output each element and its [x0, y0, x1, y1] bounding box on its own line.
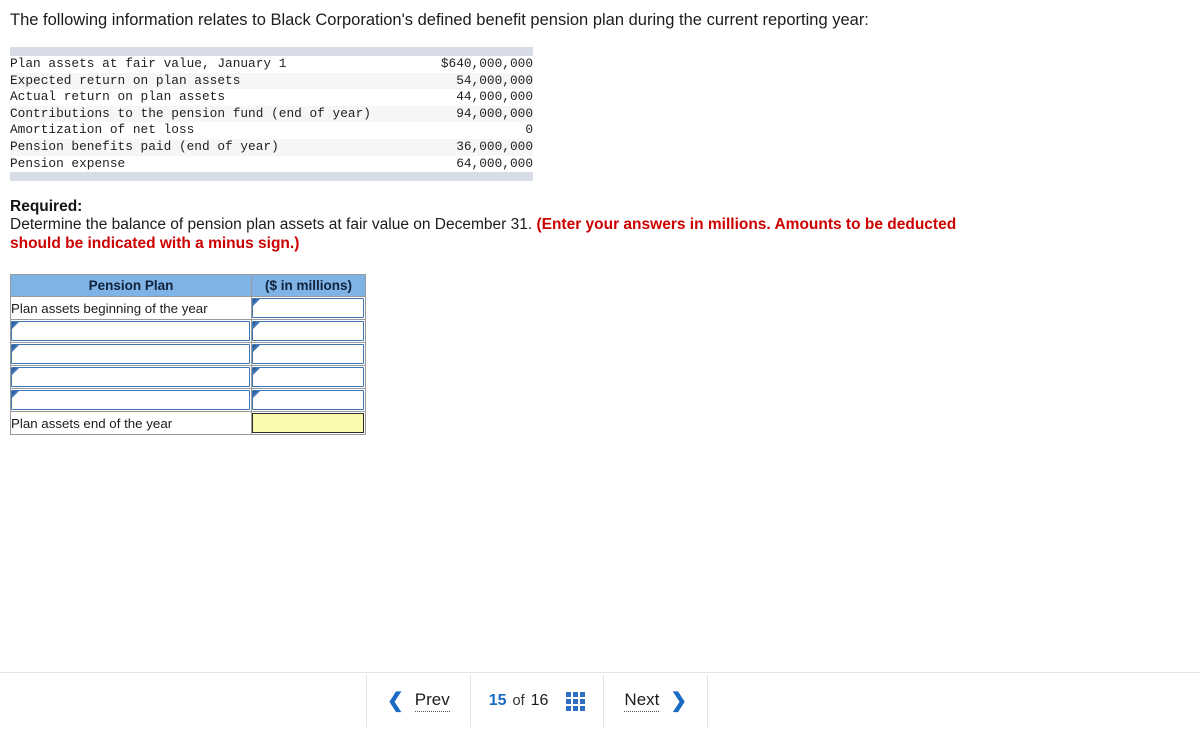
table-row — [10, 388, 366, 412]
total-value-cell — [251, 411, 366, 435]
account-select-3[interactable] — [11, 344, 250, 364]
answer-table-container: Pension Plan ($ in millions) Plan assets… — [10, 274, 366, 435]
table-row: Actual return on plan assets 44,000,000 — [10, 89, 533, 106]
dropdown-corner-icon — [253, 322, 260, 329]
fact-label: Pension expense — [10, 155, 126, 171]
page-of-label: of — [512, 693, 525, 709]
account-cell[interactable] — [10, 388, 252, 412]
amount-select-1[interactable] — [252, 298, 364, 318]
dropdown-corner-icon — [253, 345, 260, 352]
bottom-navigation-bar: ❮ Prev 15 of 16 Next ❯ — [0, 672, 1200, 730]
dropdown-corner-icon — [253, 368, 260, 375]
amount-select-5[interactable] — [252, 390, 364, 410]
value-cell[interactable] — [251, 342, 366, 366]
total-page-count: 16 — [530, 692, 549, 709]
intro-statement: The following information relates to Bla… — [10, 11, 869, 29]
facts-top-band — [10, 47, 533, 56]
chevron-left-icon: ❮ — [387, 690, 404, 712]
fact-value: 36,000,000 — [426, 138, 533, 156]
table-row: Plan assets at fair value, January 1 $64… — [10, 56, 533, 73]
next-label: Next — [624, 690, 660, 712]
table-row: Plan assets beginning of the year — [10, 296, 366, 320]
dropdown-corner-icon — [12, 322, 19, 329]
fact-value: 54,000,000 — [426, 72, 533, 90]
dropdown-corner-icon — [253, 391, 260, 398]
navigation-controls: ❮ Prev 15 of 16 Next ❯ — [366, 675, 709, 727]
dropdown-corner-icon — [12, 391, 19, 398]
table-row: Contributions to the pension fund (end o… — [10, 105, 533, 123]
dropdown-corner-icon — [253, 299, 260, 306]
current-page-number: 15 — [488, 692, 507, 709]
chevron-right-icon: ❯ — [670, 690, 688, 712]
pension-facts-table: Plan assets at fair value, January 1 $64… — [10, 47, 533, 182]
fact-value: $640,000,000 — [440, 56, 533, 71]
account-select-2[interactable] — [11, 321, 250, 341]
account-select-4[interactable] — [11, 367, 250, 387]
fact-label: Amortization of net loss — [10, 122, 195, 138]
prev-label: Prev — [414, 690, 450, 712]
table-row: Amortization of net loss 0 — [10, 122, 533, 139]
column-header-millions: ($ in millions) — [251, 274, 366, 297]
fact-value: 64,000,000 — [456, 155, 533, 171]
column-header-pension-plan: Pension Plan — [10, 274, 252, 297]
value-cell[interactable] — [251, 319, 366, 343]
dropdown-corner-icon — [12, 368, 19, 375]
facts-bottom-band — [10, 172, 533, 182]
account-cell[interactable] — [10, 319, 252, 343]
fact-value: 94,000,000 — [426, 105, 533, 123]
table-row — [10, 342, 366, 366]
account-cell[interactable] — [10, 365, 252, 389]
dropdown-corner-icon — [12, 345, 19, 352]
next-button[interactable]: Next ❯ — [603, 675, 709, 727]
table-row — [10, 319, 366, 343]
pension-plan-answer-table: Pension Plan ($ in millions) Plan assets… — [10, 274, 366, 435]
fact-label: Expected return on plan assets — [10, 72, 427, 90]
fact-label: Contributions to the pension fund (end o… — [10, 105, 427, 123]
amount-select-2[interactable] — [252, 321, 364, 341]
grid-icon[interactable] — [566, 691, 586, 711]
value-cell[interactable] — [251, 388, 366, 412]
required-heading: Required: — [10, 198, 83, 215]
prev-button[interactable]: ❮ Prev — [366, 675, 471, 727]
page-indicator: 15 of 16 — [469, 675, 605, 727]
account-select-5[interactable] — [11, 390, 250, 410]
table-row: Pension expense 64,000,000 — [10, 156, 533, 173]
table-row — [10, 365, 366, 389]
fact-label: Actual return on plan assets — [10, 89, 226, 105]
required-statement: Determine the balance of pension plan as… — [10, 216, 960, 253]
required-statement-text: Determine the balance of pension plan as… — [10, 216, 537, 233]
fact-label: Pension benefits paid (end of year) — [10, 138, 427, 156]
value-cell[interactable] — [251, 296, 366, 320]
table-row: Expected return on plan assets 54,000,00… — [10, 72, 533, 90]
fact-label: Plan assets at fair value, January 1 — [10, 56, 287, 71]
fact-value: 0 — [525, 122, 533, 138]
table-row-total: Plan assets end of the year — [10, 411, 366, 435]
computed-total-field — [252, 413, 364, 433]
table-row: Pension benefits paid (end of year) 36,0… — [10, 138, 533, 156]
row-label-plan-assets-end: Plan assets end of the year — [10, 411, 252, 435]
fact-value: 44,000,000 — [456, 89, 533, 105]
row-label-plan-assets-beginning: Plan assets beginning of the year — [10, 296, 252, 320]
amount-select-3[interactable] — [252, 344, 364, 364]
account-cell[interactable] — [10, 342, 252, 366]
amount-select-4[interactable] — [252, 367, 364, 387]
answer-header-row: Pension Plan ($ in millions) — [10, 274, 366, 297]
value-cell[interactable] — [251, 365, 366, 389]
